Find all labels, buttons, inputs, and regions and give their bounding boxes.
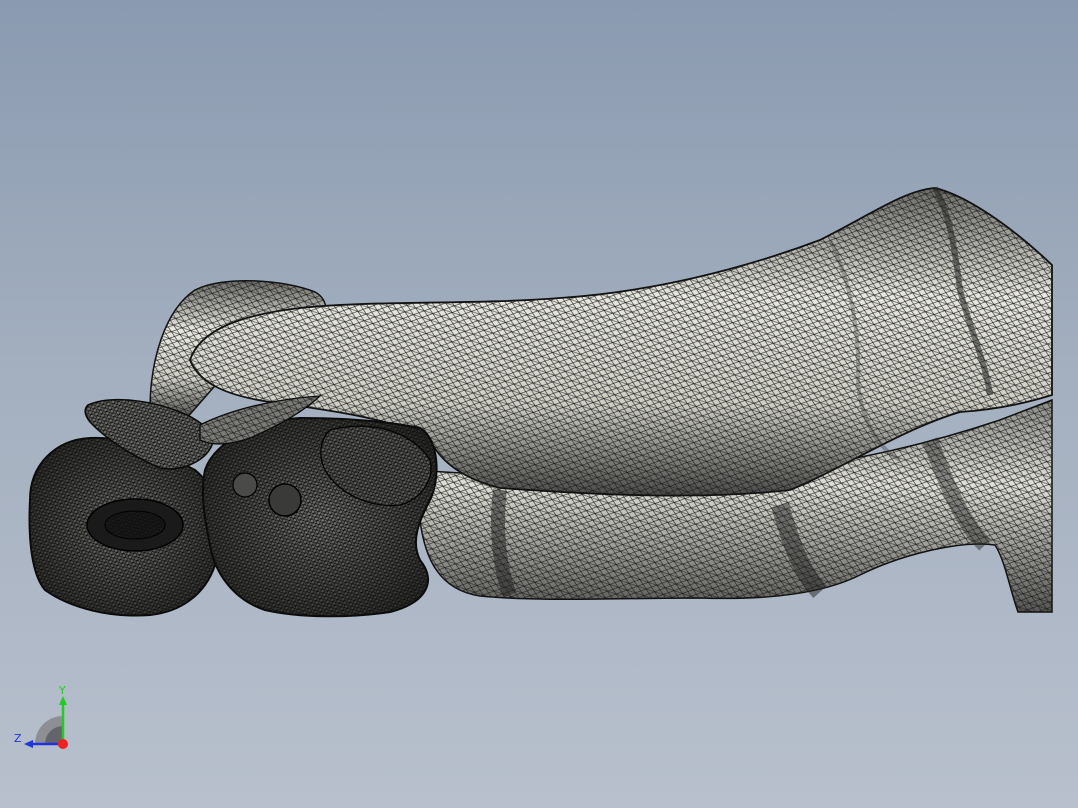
view-orientation-triad[interactable]: Y Z <box>10 684 76 754</box>
y-axis-label: Y <box>58 684 66 697</box>
head-cluster <box>28 416 438 618</box>
graphics-viewport[interactable]: Y Z <box>0 0 1078 808</box>
z-axis-label: Z <box>14 732 22 745</box>
mesh-model[interactable] <box>0 0 1078 808</box>
x-axis-dot <box>58 739 68 749</box>
triad-quarter-disc <box>35 716 63 744</box>
